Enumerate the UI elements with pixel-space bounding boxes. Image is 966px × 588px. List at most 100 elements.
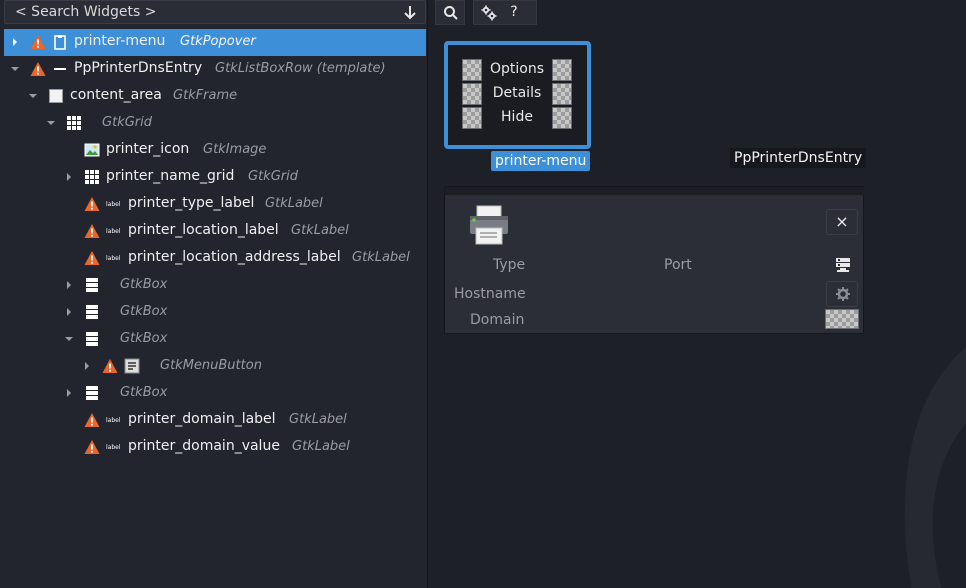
listboxrow-icon: [54, 68, 66, 70]
label-icon: label: [106, 228, 121, 235]
tree-row[interactable]: GtkMenuButton: [4, 353, 426, 380]
tree-row-name: printer-menu: [74, 33, 166, 49]
svg-text:label: label: [106, 228, 121, 235]
tree-row[interactable]: GtkBox: [4, 326, 426, 353]
printer-icon: [470, 205, 508, 245]
box-icon: [86, 332, 98, 346]
tree-row-type: GtkBox: [120, 277, 168, 292]
tree-row-name: printer_location_label: [128, 222, 279, 238]
server-icon: [836, 258, 850, 272]
tree-row-name: printer_domain_value: [128, 438, 280, 454]
tree-row-name: PpPrinterDnsEntry: [74, 60, 203, 76]
tree-row-type: GtkLabel: [292, 439, 350, 454]
chevron-down-icon[interactable]: [64, 334, 74, 344]
tree-row[interactable]: GtkGrid: [4, 110, 426, 137]
box-icon: [86, 278, 98, 292]
search-placeholder: < Search Widgets >: [15, 4, 157, 20]
popover-preview[interactable]: Options Details Hide: [444, 41, 591, 149]
placeholder-slot[interactable]: [552, 107, 572, 129]
chevron-down-icon[interactable]: [46, 118, 56, 128]
tree-row[interactable]: printer_icon GtkImage: [4, 137, 426, 164]
svg-text:label: label: [106, 417, 121, 424]
placeholder-slot[interactable]: [462, 59, 482, 81]
tree-row[interactable]: printer_name_grid GtkGrid: [4, 164, 426, 191]
tree-row[interactable]: printer-menu GtkPopover: [4, 29, 426, 56]
arrow-down-icon[interactable]: [403, 4, 417, 20]
placeholder-slot[interactable]: [825, 309, 859, 329]
close-icon: ×: [835, 212, 849, 231]
warning-icon: [30, 62, 46, 76]
chevron-right-icon[interactable]: [64, 280, 74, 290]
warning-icon: [84, 413, 100, 427]
chevron-right-icon[interactable]: [64, 172, 74, 182]
widget-tree-panel: < Search Widgets > printer-menu GtkPopove…: [0, 0, 428, 588]
label-icon: label: [106, 255, 121, 262]
popover-tag: printer-menu: [491, 151, 591, 171]
tree-row-type: GtkLabel: [291, 223, 349, 238]
tree-row[interactable]: label printer_location_label GtkLabel: [4, 218, 426, 245]
popover-item-label: Hide: [501, 109, 533, 125]
tree-row[interactable]: label printer_location_address_label GtkLa…: [4, 245, 426, 272]
chevron-right-icon[interactable]: [64, 388, 74, 398]
port-label: Port: [664, 257, 692, 273]
tree-row-name: printer_icon: [106, 141, 190, 157]
chevron-down-icon[interactable]: [10, 64, 20, 74]
hostname-label: Hostname: [454, 286, 526, 302]
tree-row-type: GtkLabel: [352, 250, 410, 265]
search-button[interactable]: [435, 0, 465, 25]
canvas-toolbar: ?: [432, 0, 966, 26]
warning-icon: [84, 224, 100, 238]
watermark-logo: [904, 347, 966, 588]
placeholder-slot[interactable]: [552, 83, 572, 105]
design-canvas: ? Options Details Hide printer-menu × Type…: [432, 0, 966, 588]
type-label: Type: [493, 257, 526, 273]
tree-row-type: GtkFrame: [173, 88, 238, 103]
chevron-right-icon[interactable]: [64, 307, 74, 317]
placeholder-slot[interactable]: [462, 107, 482, 129]
tree-row-type: GtkMenuButton: [160, 358, 262, 373]
chevron-down-icon[interactable]: [28, 91, 38, 101]
tree-row-type: GtkListBoxRow (template): [215, 61, 386, 76]
image-icon: [84, 143, 100, 157]
svg-text:label: label: [106, 444, 121, 451]
search-widgets-bar[interactable]: < Search Widgets >: [4, 0, 426, 24]
chevron-right-icon[interactable]: [82, 361, 92, 371]
svg-text:label: label: [106, 255, 121, 262]
tree-row-type: GtkBox: [120, 385, 168, 400]
tree-row[interactable]: label printer_domain_value GtkLabel: [4, 434, 426, 461]
tree-row[interactable]: GtkBox: [4, 272, 426, 299]
label-icon: label: [106, 417, 121, 424]
tree-row[interactable]: PpPrinterDnsEntry GtkListBoxRow (template…: [4, 56, 426, 83]
placeholder-slot[interactable]: [462, 83, 482, 105]
help-button[interactable]: ?: [490, 4, 538, 20]
settings-button[interactable]: [826, 281, 858, 307]
tree-row-name: content_area: [70, 87, 162, 103]
label-icon: label: [106, 201, 121, 208]
tree-row-type: GtkGrid: [248, 169, 298, 184]
warning-icon: [102, 359, 118, 373]
tree-row-name: printer_location_address_label: [128, 249, 341, 265]
tree-row[interactable]: GtkBox: [4, 380, 426, 407]
warning-icon: [84, 440, 100, 454]
box-icon: [86, 386, 98, 400]
domain-label: Domain: [470, 312, 525, 328]
gear-icon: [836, 287, 850, 301]
tree-row-type: GtkPopover: [180, 34, 256, 49]
grid-icon: [67, 116, 81, 130]
placeholder-slot[interactable]: [552, 59, 572, 81]
popover-menu-item[interactable]: Hide: [462, 107, 572, 131]
popover-menu-item[interactable]: Details: [462, 83, 572, 107]
dns-entry-preview[interactable]: × Type Port Hostname Domain: [444, 186, 865, 334]
label-icon: label: [106, 444, 121, 451]
tree-row-type: GtkBox: [120, 304, 168, 319]
tree-row[interactable]: GtkBox: [4, 299, 426, 326]
tree-row[interactable]: label printer_domain_label GtkLabel: [4, 407, 426, 434]
tree-row[interactable]: content_area GtkFrame: [4, 83, 426, 110]
popover-menu-item[interactable]: Options: [462, 59, 572, 83]
chevron-right-icon[interactable]: [10, 37, 20, 47]
frame-icon: [49, 89, 63, 103]
tree-row[interactable]: label printer_type_label GtkLabel: [4, 191, 426, 218]
tree-row-name: printer_type_label: [128, 195, 255, 211]
close-button[interactable]: ×: [826, 209, 858, 235]
search-icon: [444, 6, 458, 20]
